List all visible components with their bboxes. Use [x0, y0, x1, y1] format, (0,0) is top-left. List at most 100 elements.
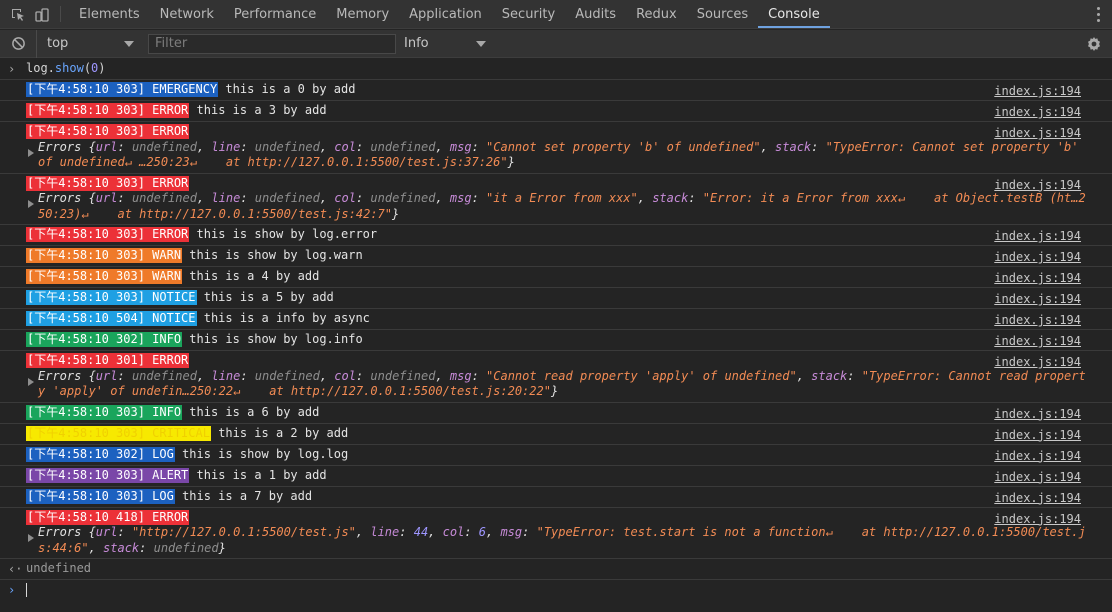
source-link[interactable]: index.js:194: [994, 292, 1081, 308]
object-token: ,: [196, 368, 212, 383]
tab-console[interactable]: Console: [758, 0, 830, 28]
console-message: [下午4:58:10 418] ERROR index.js:194 Errors …: [0, 508, 1112, 559]
object-token: line: [370, 525, 400, 539]
console-output[interactable]: › log.show(0) [下午4:58:10 303] EMERGENCY …: [0, 59, 1112, 612]
error-object[interactable]: Errors {url: undefined, line: undefined,…: [26, 140, 1112, 171]
object-token: :: [355, 191, 371, 205]
console-message: [下午4:58:10 302] LOG this is show by log.…: [0, 445, 1112, 466]
object-token: :: [399, 525, 414, 539]
more-options-icon[interactable]: [1092, 0, 1104, 29]
clear-console-button[interactable]: [0, 30, 36, 58]
expand-triangle-icon[interactable]: [28, 534, 34, 542]
error-object[interactable]: Errors {url: "http://127.0.0.1:5500/test…: [26, 525, 1112, 556]
object-token: }: [218, 540, 226, 555]
source-link[interactable]: index.js:194: [994, 84, 1081, 100]
source-link[interactable]: index.js:194: [994, 470, 1081, 486]
message-line: [下午4:58:10 303] ALERT this is a 1 by add: [26, 467, 1112, 484]
error-object[interactable]: Errors {url: undefined, line: undefined,…: [26, 191, 1112, 222]
object-token: :: [471, 191, 487, 205]
object-token: col: [442, 525, 465, 539]
console-prompt[interactable]: ›: [0, 580, 1112, 601]
object-token: Errors {: [38, 191, 96, 205]
object-token: "it a Error from xxx": [486, 191, 638, 205]
source-link[interactable]: index.js:194: [994, 428, 1081, 444]
chevron-down-icon: [124, 40, 134, 47]
source-link[interactable]: index.js:194: [994, 229, 1081, 245]
context-selector[interactable]: top: [36, 29, 140, 58]
message-text: this is show by log.log: [182, 446, 349, 461]
object-token: url: [95, 368, 118, 383]
expand-triangle-icon[interactable]: [28, 200, 34, 208]
level-badge-notice: [下午4:58:10 303] NOTICE: [26, 290, 197, 305]
level-badge-error: [下午4:58:10 303] ERROR: [26, 175, 190, 191]
object-token: :: [471, 139, 487, 154]
level-badge-info: [下午4:58:10 302] INFO: [26, 332, 183, 347]
object-token: 44: [413, 525, 429, 539]
source-link[interactable]: index.js:194: [994, 250, 1081, 266]
message-text: this is show by log.error: [196, 227, 378, 241]
object-token: col: [334, 139, 356, 154]
tab-audits[interactable]: Audits: [565, 0, 626, 28]
message-line: [下午4:58:10 303] ERROR: [26, 175, 1112, 192]
message-line: [下午4:58:10 303] CRITICAL this is a 2 by …: [26, 425, 1112, 442]
chevron-down-icon: [476, 40, 486, 47]
console-message: [下午4:58:10 303] LOG this is a 7 by add in…: [0, 487, 1112, 508]
result-value: undefined: [26, 561, 92, 575]
message-line: [下午4:58:10 302] LOG this is show by log.…: [26, 446, 1112, 463]
console-message: [下午4:58:10 301] ERROR index.js:194 Errors …: [0, 351, 1112, 403]
object-token: undefined: [254, 139, 320, 154]
level-badge-error: [下午4:58:10 303] ERROR: [26, 124, 190, 139]
device-toolbar-icon[interactable]: [30, 0, 54, 29]
tab-application[interactable]: Application: [399, 0, 492, 28]
source-link[interactable]: index.js:194: [994, 491, 1081, 507]
message-text: this is a 3 by add: [196, 103, 327, 117]
tab-performance[interactable]: Performance: [224, 0, 326, 28]
message-line: [下午4:58:10 303] INFO this is a 6 by add: [26, 404, 1112, 421]
filter-input[interactable]: [148, 33, 396, 54]
object-token: msg: [449, 191, 472, 205]
source-link[interactable]: index.js:194: [994, 334, 1081, 350]
tab-redux[interactable]: Redux: [626, 0, 687, 28]
object-token: line: [211, 191, 241, 205]
console-input-echo: › log.show(0): [0, 59, 1112, 80]
console-message: [下午4:58:10 303] ERROR this is show by lo…: [0, 225, 1112, 246]
tab-memory[interactable]: Memory: [326, 0, 399, 28]
source-link[interactable]: index.js:194: [994, 105, 1081, 121]
source-link[interactable]: index.js:194: [994, 449, 1081, 465]
object-token: Errors {: [38, 525, 96, 539]
tab-sources[interactable]: Sources: [687, 0, 758, 28]
level-badge-emergency: [下午4:58:10 303] EMERGENCY: [26, 82, 219, 97]
console-message: [下午4:58:10 303] WARN this is a 4 by add i…: [0, 267, 1112, 288]
expand-triangle-icon[interactable]: [28, 377, 34, 386]
message-line: [下午4:58:10 301] ERROR: [26, 353, 1112, 369]
prompt-chevron-icon: ›: [8, 583, 16, 597]
expand-triangle-icon[interactable]: [28, 148, 34, 157]
log-level-selector[interactable]: Info: [404, 30, 490, 58]
inspect-element-icon[interactable]: [6, 0, 30, 29]
object-token: stack: [103, 540, 140, 555]
object-token: undefined: [153, 540, 219, 555]
error-object[interactable]: Errors {url: undefined, line: undefined,…: [26, 369, 1112, 400]
source-link[interactable]: index.js:194: [994, 407, 1081, 423]
source-link[interactable]: index.js:194: [994, 271, 1081, 287]
object-token: "Cannot set property 'b' of undefined": [486, 139, 761, 154]
object-token: "Cannot read property 'apply' of undefin…: [486, 368, 797, 383]
tab-network[interactable]: Network: [150, 0, 224, 28]
clear-icon: [11, 37, 25, 50]
message-text: this is a 4 by add: [189, 269, 320, 283]
gear-icon[interactable]: [1086, 36, 1102, 56]
object-token: col: [334, 368, 356, 383]
source-link[interactable]: index.js:194: [994, 313, 1081, 329]
object-token: :: [847, 368, 862, 383]
level-badge-error: [下午4:58:10 301] ERROR: [26, 353, 190, 368]
level-badge-warn: [下午4:58:10 303] WARN: [26, 248, 183, 263]
message-line: [下午4:58:10 504] NOTICE this is a info by…: [26, 311, 1112, 327]
object-token: ,: [319, 368, 335, 383]
tab-elements[interactable]: Elements: [69, 0, 150, 28]
object-token: ,: [355, 525, 371, 539]
console-message: [下午4:58:10 303] EMERGENCY this is a 0 by…: [0, 80, 1112, 101]
panel-tabs: Elements Network Performance Memory Applicat…: [69, 0, 830, 28]
tab-security[interactable]: Security: [492, 0, 565, 28]
message-text: this is show by log.warn: [189, 248, 363, 262]
level-badge-error: [下午4:58:10 418] ERROR: [26, 509, 190, 525]
